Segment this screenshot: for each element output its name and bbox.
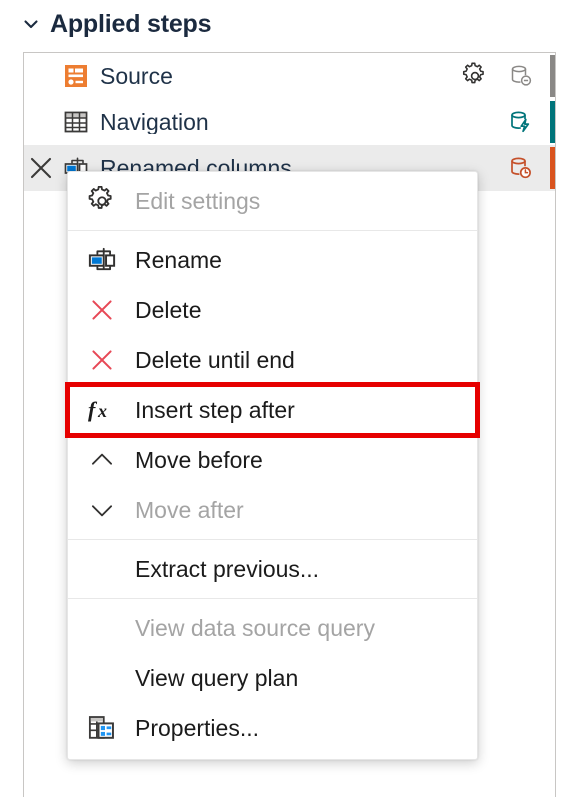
menu-item-delete-until-end[interactable]: Delete until end	[68, 335, 477, 385]
folding-supported-icon[interactable]	[504, 109, 538, 135]
step-fold-indicator-bar	[550, 101, 555, 143]
menu-item-view-data-source-query[interactable]: View data source query	[68, 603, 477, 653]
menu-item-label: Delete	[135, 296, 202, 323]
menu-item-label: Delete until end	[135, 346, 295, 373]
source-step-icon	[58, 63, 94, 89]
chevron-down-icon[interactable]	[22, 15, 40, 33]
step-fold-indicator-bar	[550, 55, 555, 97]
menu-item-move-after[interactable]: Move after	[68, 485, 477, 535]
folding-not-supported-icon[interactable]	[504, 63, 538, 89]
menu-item-move-before[interactable]: Move before	[68, 435, 477, 485]
table-step-icon	[58, 109, 94, 135]
page-title: Applied steps	[50, 9, 212, 38]
chevron-up-icon	[68, 445, 135, 475]
menu-item-properties[interactable]: Properties...	[68, 703, 477, 753]
gear-icon	[68, 186, 135, 216]
menu-item-edit-settings[interactable]: Edit settings	[68, 176, 477, 226]
menu-separator	[68, 539, 477, 540]
menu-separator	[68, 230, 477, 231]
menu-item-label: View data source query	[135, 614, 375, 641]
applied-step-label: Navigation	[100, 110, 209, 134]
menu-item-delete[interactable]: Delete	[68, 285, 477, 335]
menu-item-label: Move before	[135, 446, 263, 473]
menu-separator	[68, 598, 477, 599]
applied-step-row-source[interactable]: Source	[24, 53, 555, 99]
step-fold-indicator-bar	[550, 147, 555, 189]
menu-item-view-query-plan[interactable]: View query plan	[68, 653, 477, 703]
svg-text:x: x	[97, 401, 107, 421]
svg-text:f: f	[88, 397, 98, 422]
menu-item-label: Edit settings	[135, 187, 261, 214]
close-icon[interactable]	[24, 154, 58, 182]
menu-item-label: View query plan	[135, 664, 299, 691]
applied-step-row-navigation[interactable]: Navigation	[24, 99, 555, 145]
menu-item-label: Move after	[135, 496, 244, 523]
chevron-down-icon	[68, 495, 135, 525]
menu-item-label: Rename	[135, 246, 222, 273]
menu-item-label: Extract previous...	[135, 555, 320, 582]
rename-icon	[68, 245, 135, 275]
step-row-actions	[458, 53, 555, 99]
delete-x-icon	[68, 345, 135, 375]
menu-item-rename[interactable]: Rename	[68, 235, 477, 285]
applied-steps-header[interactable]: Applied steps	[22, 4, 212, 44]
menu-item-extract-previous[interactable]: Extract previous...	[68, 544, 477, 594]
menu-item-label: Properties...	[135, 714, 259, 741]
menu-item-insert-step-after[interactable]: f x Insert step after	[65, 382, 480, 438]
fx-function-icon: f x	[68, 395, 135, 425]
gear-icon[interactable]	[458, 62, 492, 90]
folding-pending-icon[interactable]	[504, 155, 538, 181]
step-context-menu: Edit settings Rename Delete Delete until…	[65, 171, 480, 760]
properties-icon	[68, 713, 135, 743]
menu-item-label: Insert step after	[135, 396, 295, 423]
step-row-actions	[458, 99, 555, 145]
applied-step-label: Source	[100, 64, 173, 88]
delete-x-icon	[68, 295, 135, 325]
